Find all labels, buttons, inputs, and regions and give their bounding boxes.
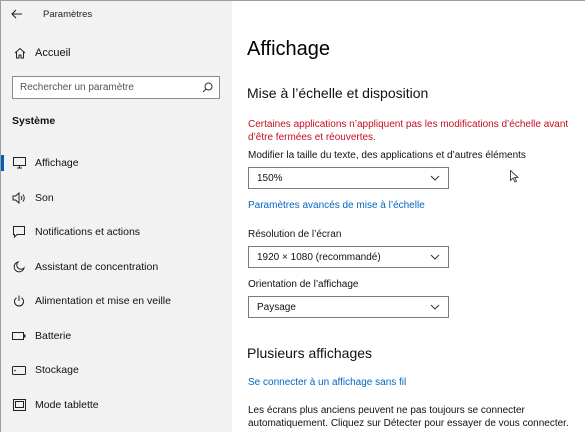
orientation-dropdown[interactable]: Paysage bbox=[248, 296, 449, 318]
sidebar: Paramètres Accueil Système Affichage Son… bbox=[1, 1, 232, 432]
page-title: Affichage bbox=[247, 38, 331, 60]
sidebar-item-label: Alimentation et mise en veille bbox=[35, 295, 171, 307]
text-size-value: 150% bbox=[257, 172, 283, 184]
chevron-down-icon bbox=[430, 175, 440, 181]
home-nav-item[interactable]: Accueil bbox=[1, 41, 232, 65]
resolution-dropdown[interactable]: 1920 × 1080 (recommandé) bbox=[248, 246, 449, 268]
sidebar-item-stockage[interactable]: Stockage bbox=[1, 353, 232, 387]
sidebar-item-concentration[interactable]: Assistant de concentration bbox=[1, 250, 232, 284]
window-title: Paramètres bbox=[43, 8, 93, 20]
sidebar-item-label: Assistant de concentration bbox=[35, 261, 159, 273]
orientation-label: Orientation de l’affichage bbox=[248, 279, 359, 290]
power-icon bbox=[11, 293, 27, 309]
multi-display-heading: Plusieurs affichages bbox=[247, 345, 373, 361]
notification-icon bbox=[11, 224, 27, 240]
tablet-icon bbox=[11, 397, 27, 413]
sidebar-item-label: Mode tablette bbox=[35, 399, 99, 411]
mouse-cursor-icon bbox=[510, 170, 519, 183]
resolution-value: 1920 × 1080 (recommandé) bbox=[257, 251, 381, 263]
sidebar-item-label: Affichage bbox=[35, 157, 79, 169]
main-content: Affichage Mise à l’échelle et dispositio… bbox=[232, 1, 585, 432]
sidebar-item-mode-tablette[interactable]: Mode tablette bbox=[1, 388, 232, 422]
text-size-dropdown[interactable]: 150% bbox=[248, 167, 449, 189]
selection-indicator bbox=[1, 155, 4, 171]
scale-warning: Certaines applications n’appliquent pas … bbox=[248, 119, 569, 143]
chevron-down-icon bbox=[430, 254, 440, 260]
speaker-icon bbox=[11, 190, 27, 206]
sidebar-item-label: Son bbox=[35, 192, 54, 204]
wireless-display-link[interactable]: Se connecter à un affichage sans fil bbox=[248, 377, 406, 388]
sidebar-item-son[interactable]: Son bbox=[1, 181, 232, 215]
home-label: Accueil bbox=[35, 47, 71, 59]
storage-icon bbox=[11, 362, 27, 378]
multi-display-description: Les écrans plus anciens peuvent ne pas t… bbox=[248, 405, 569, 429]
orientation-value: Paysage bbox=[257, 301, 296, 313]
section-title: Système bbox=[12, 115, 56, 127]
advanced-scaling-link[interactable]: Paramètres avancés de mise à l’échelle bbox=[248, 200, 425, 211]
back-arrow-icon bbox=[11, 9, 22, 19]
sidebar-item-batterie[interactable]: Batterie bbox=[1, 319, 232, 353]
moon-icon bbox=[11, 259, 27, 275]
search-input[interactable] bbox=[20, 82, 190, 93]
chevron-down-icon bbox=[430, 304, 440, 310]
monitor-icon bbox=[11, 155, 27, 171]
title-bar: Paramètres bbox=[1, 1, 232, 27]
back-button[interactable] bbox=[1, 1, 33, 27]
sidebar-item-label: Notifications et actions bbox=[35, 226, 141, 238]
battery-icon bbox=[11, 328, 27, 344]
sidebar-item-alimentation[interactable]: Alimentation et mise en veille bbox=[1, 284, 232, 318]
text-size-label: Modifier la taille du texte, des applica… bbox=[248, 150, 526, 161]
resolution-label: Résolution de l’écran bbox=[248, 229, 342, 240]
search-box[interactable] bbox=[12, 76, 220, 99]
sidebar-item-label: Batterie bbox=[35, 330, 72, 342]
search-icon[interactable] bbox=[202, 82, 213, 93]
sidebar-item-affichage[interactable]: Affichage bbox=[1, 146, 232, 180]
sidebar-item-label: Stockage bbox=[35, 364, 79, 376]
scale-section-heading: Mise à l’échelle et disposition bbox=[247, 85, 429, 101]
sidebar-item-notifications[interactable]: Notifications et actions bbox=[1, 215, 232, 249]
home-icon bbox=[13, 47, 27, 59]
